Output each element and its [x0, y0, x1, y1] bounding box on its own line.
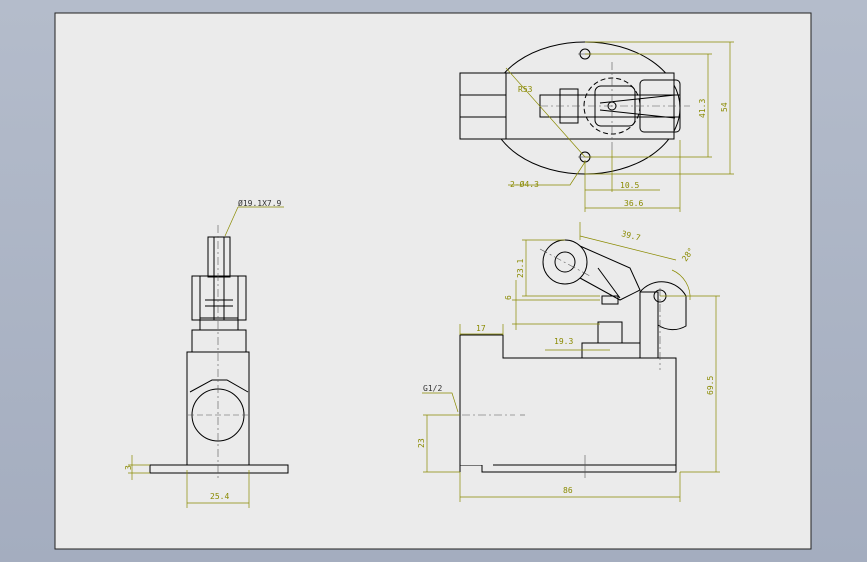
- dim-23-1: 23.1: [516, 259, 525, 278]
- dim-54: 54: [720, 102, 729, 112]
- drawing-canvas: R53 2-Ø4.3 10.5 36.6 41.3 54 Ø19.1X7.9 2…: [54, 12, 812, 550]
- dim-69-5: 69.5: [706, 376, 715, 395]
- dim-41-3: 41.3: [698, 99, 707, 118]
- hole-label: 2-Ø4.3: [510, 179, 539, 189]
- dim-10-5: 10.5: [620, 181, 639, 190]
- radius-label: R53: [518, 85, 533, 94]
- dim-3: 3: [124, 465, 133, 470]
- dim-86: 86: [563, 486, 573, 495]
- dim-25-4: 25.4: [210, 492, 229, 501]
- dim-6: 6: [504, 295, 513, 300]
- dim-36-6: 36.6: [624, 199, 643, 208]
- drawing-sheet: [54, 12, 812, 550]
- dim-17: 17: [476, 324, 486, 333]
- dim-19-3: 19.3: [554, 337, 573, 346]
- dim-23: 23: [417, 438, 426, 448]
- roller-size-label: Ø19.1X7.9: [238, 198, 282, 208]
- cad-drawing-window: R53 2-Ø4.3 10.5 36.6 41.3 54 Ø19.1X7.9 2…: [0, 0, 867, 562]
- thread-label: G1/2: [423, 384, 442, 393]
